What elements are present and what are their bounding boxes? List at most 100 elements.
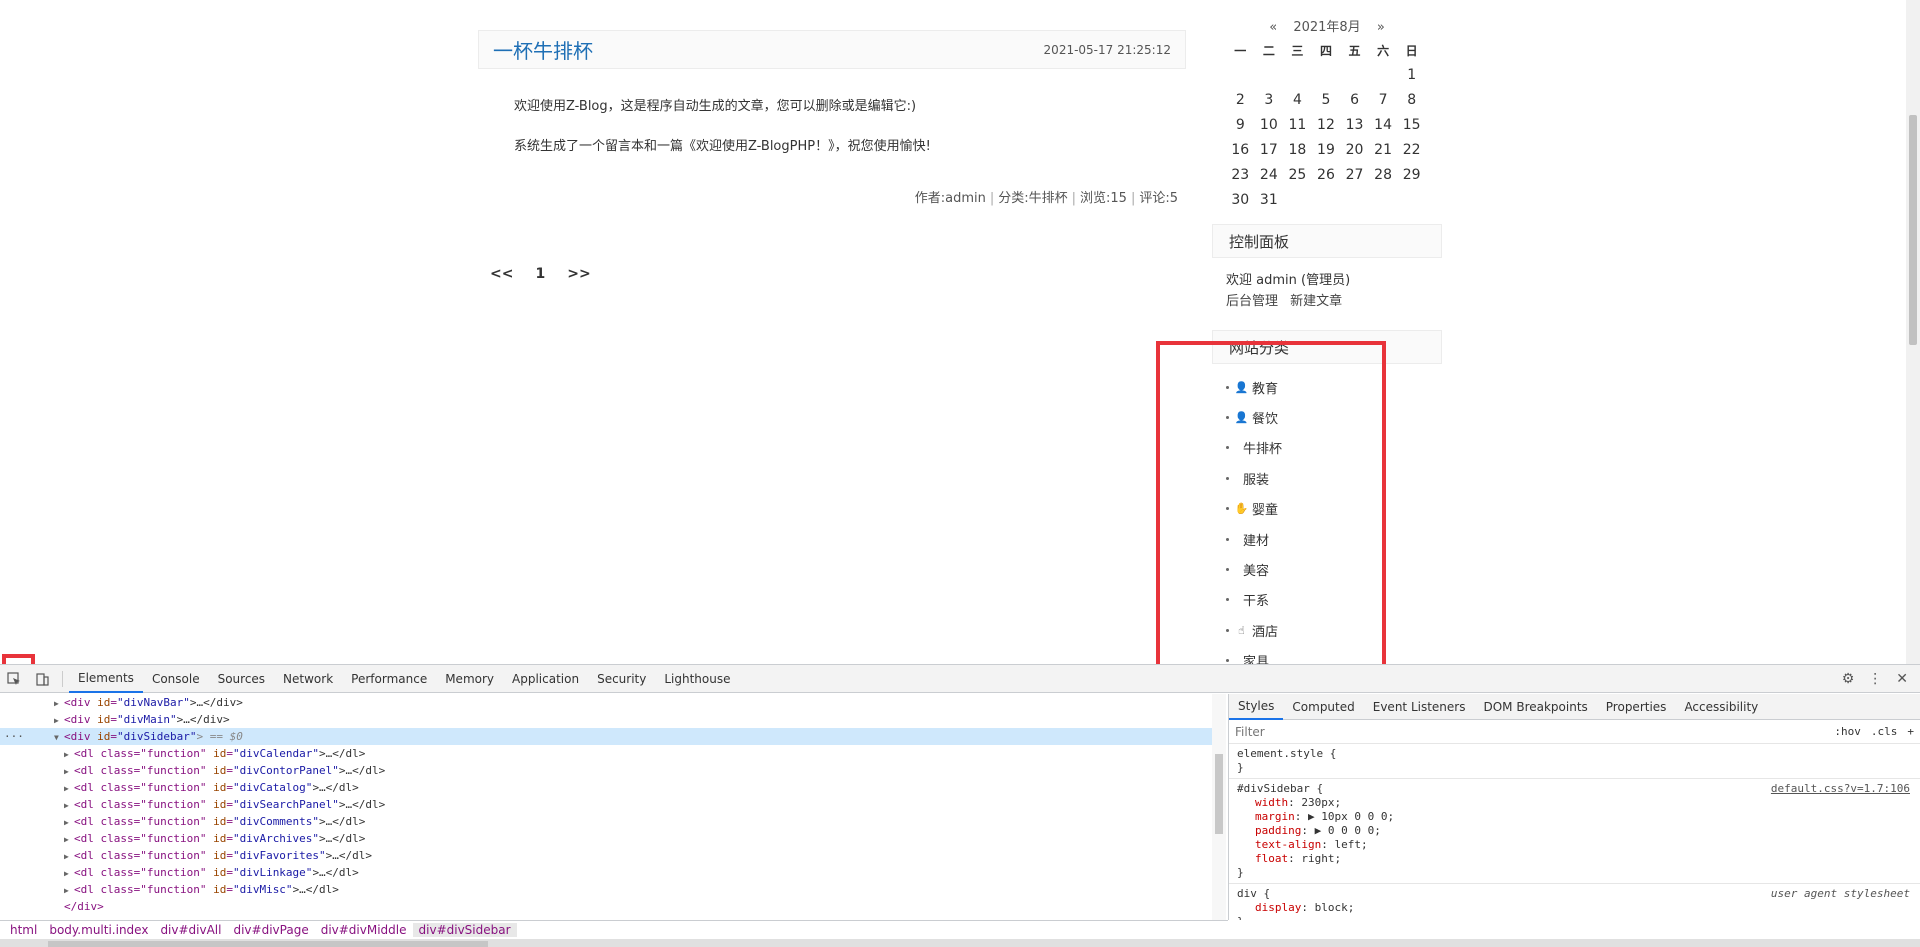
catalog-item[interactable]: 干系 (1226, 585, 1442, 615)
catalog-item[interactable]: 牛排杯 (1226, 433, 1442, 463)
calendar-day[interactable]: 15 (1397, 112, 1426, 137)
tab-console[interactable]: Console (143, 665, 209, 693)
pager-page-1[interactable]: 1 (535, 266, 545, 282)
add-rule-button[interactable]: + (1907, 725, 1914, 738)
calendar-day[interactable]: 14 (1369, 112, 1398, 137)
catalog-item[interactable]: 服装 (1226, 463, 1442, 493)
calendar-day[interactable]: 8 (1397, 87, 1426, 112)
catalog-item[interactable]: 👤 餐饮 (1226, 402, 1442, 432)
catalog-item[interactable]: ✋ 婴童 (1226, 494, 1442, 524)
calendar-day[interactable]: 12 (1312, 112, 1341, 137)
inspect-element-icon[interactable] (0, 665, 28, 693)
dom-node[interactable]: ▶ <dl class="function" id="divSearchPanel… (0, 796, 1218, 813)
tab-sources[interactable]: Sources (209, 665, 274, 693)
scrollbar-thumb[interactable] (1909, 115, 1917, 345)
pager-prev[interactable]: << (490, 266, 513, 282)
post-comments[interactable]: 评论:5 (1139, 191, 1178, 206)
calendar-day[interactable]: 6 (1340, 87, 1369, 112)
dom-node[interactable]: ▶ <dl class="function" id="divContorPanel… (0, 762, 1218, 779)
dom-node[interactable]: ▶ <dl class="function" id="divMisc">…</dl… (0, 881, 1218, 898)
calendar-day[interactable]: 9 (1226, 112, 1255, 137)
calendar-day[interactable]: 30 (1226, 187, 1255, 212)
styles-filter-input[interactable] (1235, 724, 1835, 739)
cls-button[interactable]: .cls (1871, 725, 1898, 738)
rule-selector[interactable]: element.style { (1237, 747, 1912, 761)
style-property[interactable]: margin: ▶ 10px 0 0 0; (1237, 810, 1912, 824)
expand-arrow-icon[interactable]: ▶ (54, 712, 64, 729)
calendar-day[interactable]: 27 (1340, 162, 1369, 187)
breadcrumb-item[interactable]: div#divPage (227, 923, 314, 937)
calendar-day[interactable]: 1 (1397, 62, 1426, 87)
dom-node[interactable]: ▶ <dl class="function" id="divCatalog">…<… (0, 779, 1218, 796)
device-toolbar-icon[interactable] (28, 665, 56, 693)
dom-node[interactable]: ··· ▼ <div id="divSidebar"> == $0 (0, 728, 1218, 745)
calendar-day[interactable]: 26 (1312, 162, 1341, 187)
dom-node[interactable]: ▶ <div id="divMain">…</div> (0, 711, 1218, 728)
admin-link[interactable]: 后台管理 (1226, 294, 1278, 309)
dom-node[interactable]: ▶ <dl class="function" id="divLinkage">…<… (0, 864, 1218, 881)
expand-arrow-icon[interactable]: ▶ (64, 814, 74, 831)
calendar-day[interactable]: 31 (1255, 187, 1284, 212)
breadcrumb-item[interactable]: div#divAll (154, 923, 227, 937)
calendar-day[interactable]: 25 (1283, 162, 1312, 187)
styles-tab-event-listeners[interactable]: Event Listeners (1364, 694, 1475, 720)
dom-node[interactable]: </div> (0, 898, 1218, 915)
catalog-item[interactable]: 👤 教育 (1226, 372, 1442, 402)
tab-memory[interactable]: Memory (436, 665, 503, 693)
expand-arrow-icon[interactable]: ▶ (64, 746, 74, 763)
calendar-day[interactable]: 23 (1226, 162, 1255, 187)
property-value[interactable]: right; (1301, 852, 1341, 865)
expand-arrow-icon[interactable]: ▶ (64, 831, 74, 848)
calendar-day[interactable]: 20 (1340, 137, 1369, 162)
style-property[interactable]: padding: ▶ 0 0 0 0; (1237, 824, 1912, 838)
post-category[interactable]: 分类:牛排杯 (998, 191, 1067, 206)
pager-next[interactable]: >> (567, 266, 590, 282)
calendar-day[interactable]: 21 (1369, 137, 1398, 162)
catalog-item[interactable]: 美容 (1226, 554, 1442, 584)
dom-menu-icon[interactable]: ··· (4, 728, 24, 745)
calendar-day[interactable]: 4 (1283, 87, 1312, 112)
post-title[interactable]: 一杯牛排杯 (493, 35, 593, 64)
breadcrumb-item[interactable]: div#divMiddle (315, 923, 413, 937)
calendar-day[interactable]: 13 (1340, 112, 1369, 137)
elements-scrollbar-thumb[interactable] (1215, 754, 1223, 834)
calendar-day[interactable]: 22 (1397, 137, 1426, 162)
expand-arrow-icon[interactable]: ▶ (64, 882, 74, 899)
styles-tab-computed[interactable]: Computed (1283, 694, 1363, 720)
calendar-day[interactable]: 2 (1226, 87, 1255, 112)
style-property[interactable]: width: 230px; (1237, 796, 1912, 810)
new-post-link[interactable]: 新建文章 (1290, 294, 1342, 309)
breadcrumb-item[interactable]: html (4, 923, 43, 937)
dom-node[interactable]: ▶ <dl class="function" id="divCalendar">…… (0, 745, 1218, 762)
expand-arrow-icon[interactable]: ▶ (64, 763, 74, 780)
styles-tab-properties[interactable]: Properties (1597, 694, 1676, 720)
calendar-day[interactable]: 10 (1255, 112, 1284, 137)
calendar-day[interactable]: 29 (1397, 162, 1426, 187)
tab-network[interactable]: Network (274, 665, 342, 693)
styles-tab-styles[interactable]: Styles (1229, 694, 1284, 720)
close-icon[interactable]: ✕ (1896, 671, 1908, 687)
tab-application[interactable]: Application (503, 665, 588, 693)
horizontal-scrollbar-thumb[interactable] (48, 941, 488, 947)
dom-node[interactable]: ▶ <div id="divNavBar">…</div> (0, 694, 1218, 711)
catalog-item[interactable]: 家具 (1226, 646, 1442, 664)
dom-node[interactable]: ▶ <dl class="function" id="divComments">…… (0, 813, 1218, 830)
expand-arrow-icon[interactable]: ▶ (64, 848, 74, 865)
expand-arrow-icon[interactable]: ▶ (64, 797, 74, 814)
dom-node[interactable]: ▶ <dl class="function" id="divArchives">…… (0, 830, 1218, 847)
property-value[interactable]: ▶ 10px 0 0 0; (1308, 810, 1394, 823)
elements-scrollbar[interactable] (1212, 694, 1226, 920)
calendar-day[interactable]: 18 (1283, 137, 1312, 162)
calendar-day[interactable]: 24 (1255, 162, 1284, 187)
more-options-icon[interactable]: ⋮ (1868, 671, 1882, 687)
calendar-day[interactable]: 19 (1312, 137, 1341, 162)
property-value[interactable]: left; (1334, 838, 1367, 851)
styles-tab-accessibility[interactable]: Accessibility (1675, 694, 1767, 720)
tab-security[interactable]: Security (588, 665, 655, 693)
style-property[interactable]: text-align: left; (1237, 838, 1912, 852)
expand-arrow-icon[interactable]: ▶ (64, 865, 74, 882)
catalog-item[interactable]: ☝ 酒店 (1226, 615, 1442, 645)
calendar-day[interactable]: 5 (1312, 87, 1341, 112)
gear-icon[interactable]: ⚙ (1842, 671, 1855, 687)
property-value[interactable]: ▶ 0 0 0 0; (1315, 824, 1381, 837)
